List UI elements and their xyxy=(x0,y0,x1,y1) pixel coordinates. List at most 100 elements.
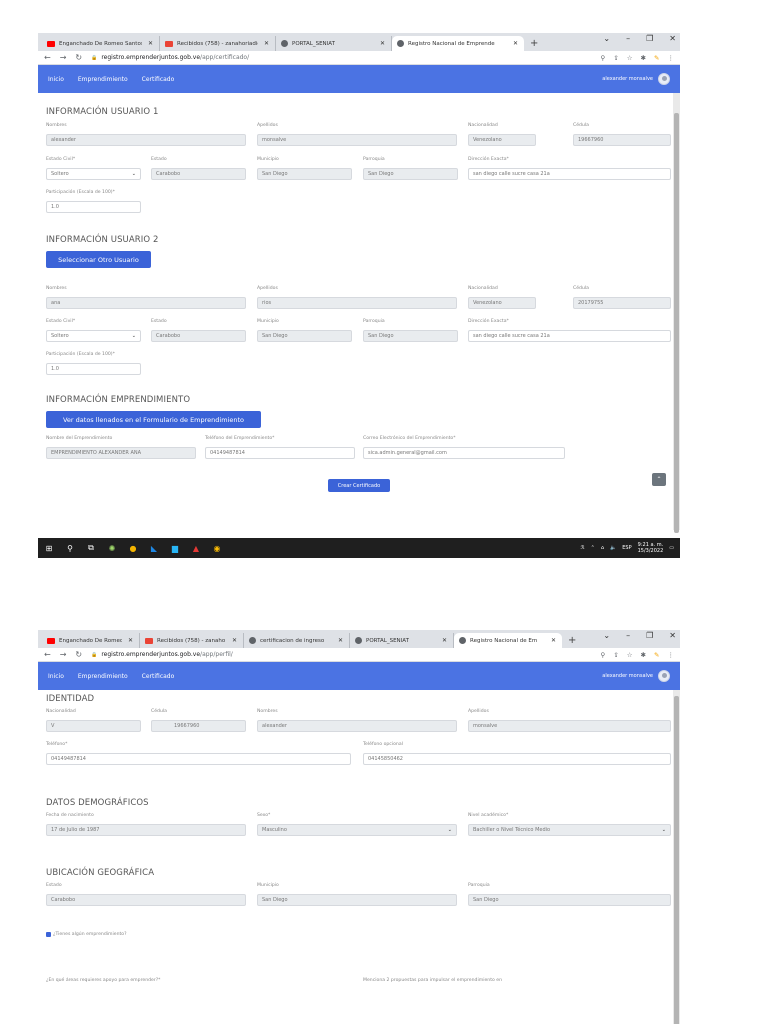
select-nivel-academico[interactable]: Bachiller o Nivel Técnico Medio ⌄ xyxy=(468,824,671,836)
menu-icon[interactable]: ⋮ xyxy=(668,651,675,659)
search-icon[interactable]: ⚲ xyxy=(65,543,75,553)
checkbox-tiene-emprendimiento[interactable] xyxy=(46,932,51,937)
field-municipio[interactable]: San Diego xyxy=(257,168,352,180)
select-estado-civil[interactable]: Soltero ⌄ xyxy=(46,168,141,180)
scrollbar-thumb[interactable] xyxy=(674,113,679,533)
extensions-icon[interactable]: ✱ xyxy=(641,54,646,62)
nav-certificado[interactable]: Certificado xyxy=(142,76,175,83)
minimize-icon[interactable]: – xyxy=(626,34,630,43)
menu-icon[interactable]: ⋮ xyxy=(668,54,675,62)
browser-tab[interactable]: PORTAL_SENIAT ✕ xyxy=(276,36,392,51)
extensions-icon[interactable]: ✱ xyxy=(641,651,646,659)
field-parroquia[interactable]: San Diego xyxy=(363,330,458,342)
field-parroquia[interactable]: San Diego xyxy=(468,894,671,906)
close-icon[interactable]: ✕ xyxy=(232,637,237,644)
restore-icon[interactable]: ❐ xyxy=(646,631,653,640)
scrollbar[interactable] xyxy=(673,93,680,533)
close-icon[interactable]: ✕ xyxy=(442,637,447,644)
close-window-icon[interactable]: ✕ xyxy=(669,631,676,640)
share-icon[interactable]: ⇪ xyxy=(613,651,618,659)
field-nombre-emprendimiento[interactable]: EMPRENDIMIENTO ALEXANDER ANA xyxy=(46,447,196,459)
scrollbar[interactable] xyxy=(673,690,680,1024)
reload-icon[interactable]: ↻ xyxy=(75,648,82,662)
field-apellidos[interactable]: rios xyxy=(257,297,457,309)
url-field[interactable]: 🔒 registro.emprenderjuntos.gob.ve/app/pe… xyxy=(91,651,600,658)
zoom-icon[interactable]: ⚲ xyxy=(601,651,606,659)
extension-pencil-icon[interactable]: ✎ xyxy=(654,54,659,62)
field-parroquia[interactable]: San Diego xyxy=(363,168,458,180)
select-other-user-button[interactable]: Seleccionar Otro Usuario xyxy=(46,251,151,268)
new-tab-icon[interactable]: + xyxy=(568,633,576,648)
browser-tab[interactable]: Enganchado De Romeo Santos ✕ xyxy=(42,633,140,648)
field-cedula[interactable]: 19667960 xyxy=(573,134,671,146)
volume-icon[interactable]: 🔈 xyxy=(610,545,616,551)
forward-icon[interactable]: → xyxy=(60,51,67,65)
back-icon[interactable]: ← xyxy=(44,51,51,65)
close-icon[interactable]: ✕ xyxy=(148,40,153,47)
chevron-down-icon[interactable]: ⌄ xyxy=(603,631,610,640)
people-icon[interactable]: ℛ xyxy=(581,545,585,551)
share-icon[interactable]: ⇪ xyxy=(613,54,618,62)
chevron-down-icon[interactable]: ⌄ xyxy=(603,34,610,43)
close-window-icon[interactable]: ✕ xyxy=(669,34,676,43)
nav-emprendimiento[interactable]: Emprendimiento xyxy=(78,673,128,680)
url-field[interactable]: 🔒 registro.emprenderjuntos.gob.ve/app/ce… xyxy=(91,54,600,61)
close-icon[interactable]: ✕ xyxy=(513,40,518,47)
network-icon[interactable]: ⌂ xyxy=(601,545,604,551)
widgets-icon[interactable]: ✺ xyxy=(107,543,117,553)
new-tab-icon[interactable]: + xyxy=(530,36,538,51)
nav-certificado[interactable]: Certificado xyxy=(142,673,175,680)
field-municipio[interactable]: San Diego xyxy=(257,330,352,342)
chevron-up-icon[interactable]: ⌃ xyxy=(591,545,595,551)
browser-tab[interactable]: PORTAL_SENIAT ✕ xyxy=(350,633,454,648)
browser-tab[interactable]: certificacion de ingreso ✕ xyxy=(244,633,350,648)
field-nombres[interactable]: alexander xyxy=(46,134,246,146)
field-cedula[interactable]: 19667960 xyxy=(151,720,246,732)
field-estado[interactable]: Carabobo xyxy=(151,168,246,180)
nav-emprendimiento[interactable]: Emprendimiento xyxy=(78,76,128,83)
field-correo-emprendimiento[interactable]: sica.admin.general@gmail.com xyxy=(363,447,565,459)
field-nacionalidad[interactable]: Venezolano xyxy=(468,297,536,309)
field-nombres[interactable]: ana xyxy=(46,297,246,309)
zoom-icon[interactable]: ⚲ xyxy=(601,54,606,62)
field-participacion[interactable]: 1.0 xyxy=(46,201,141,213)
field-direccion[interactable]: san diego calle sucre casa 21a xyxy=(468,330,671,342)
scroll-top-button[interactable]: ⌃ xyxy=(652,473,666,486)
field-telefono[interactable]: 04149487814 xyxy=(46,753,351,765)
user-menu[interactable]: alexander monsalve xyxy=(602,670,670,682)
field-fecha-nacimiento[interactable]: 17 de Julio de 1987 xyxy=(46,824,246,836)
back-icon[interactable]: ← xyxy=(44,648,51,662)
app-icon[interactable]: ● xyxy=(128,543,138,553)
extension-pencil-icon[interactable]: ✎ xyxy=(654,651,659,659)
select-sexo[interactable]: Masculino ⌄ xyxy=(257,824,457,836)
field-cedula[interactable]: 20179755 xyxy=(573,297,671,309)
clock[interactable]: 9:21 a. m. 15/3/2022 xyxy=(638,542,664,554)
user-menu[interactable]: alexander monsalve xyxy=(602,73,670,85)
notifications-icon[interactable]: ▭ xyxy=(669,545,674,551)
chrome-icon[interactable]: ◉ xyxy=(212,543,222,553)
browser-tab-active[interactable]: Registro Nacional de Emprende ✕ xyxy=(392,36,524,51)
language-indicator[interactable]: ESP xyxy=(622,545,631,551)
browser-tab[interactable]: Recibidos (758) - zanahoriadigit ✕ xyxy=(160,36,276,51)
nav-inicio[interactable]: Inicio xyxy=(48,76,64,83)
close-icon[interactable]: ✕ xyxy=(128,637,133,644)
task-view-icon[interactable]: ⧉ xyxy=(86,543,96,553)
create-certificate-button[interactable]: Crear Certificado xyxy=(328,479,390,492)
field-estado[interactable]: Carabobo xyxy=(46,894,246,906)
view-form-data-button[interactable]: Ver datos llenados en el Formulario de E… xyxy=(46,411,261,428)
restore-icon[interactable]: ❐ xyxy=(646,34,653,43)
forward-icon[interactable]: → xyxy=(60,648,67,662)
close-icon[interactable]: ✕ xyxy=(380,40,385,47)
field-nacionalidad[interactable]: V xyxy=(46,720,141,732)
close-icon[interactable]: ✕ xyxy=(264,40,269,47)
field-nacionalidad[interactable]: Venezolano xyxy=(468,134,536,146)
field-telefono-opcional[interactable]: 04145850462 xyxy=(363,753,671,765)
browser-tab[interactable]: Enganchado De Romeo Santos ✕ xyxy=(42,36,160,51)
star-icon[interactable]: ☆ xyxy=(627,54,633,62)
star-icon[interactable]: ☆ xyxy=(627,651,633,659)
minimize-icon[interactable]: – xyxy=(626,631,630,640)
scrollbar-thumb[interactable] xyxy=(674,696,679,1024)
field-municipio[interactable]: San Diego xyxy=(257,894,457,906)
close-icon[interactable]: ✕ xyxy=(551,637,556,644)
field-apellidos[interactable]: monsalve xyxy=(468,720,671,732)
